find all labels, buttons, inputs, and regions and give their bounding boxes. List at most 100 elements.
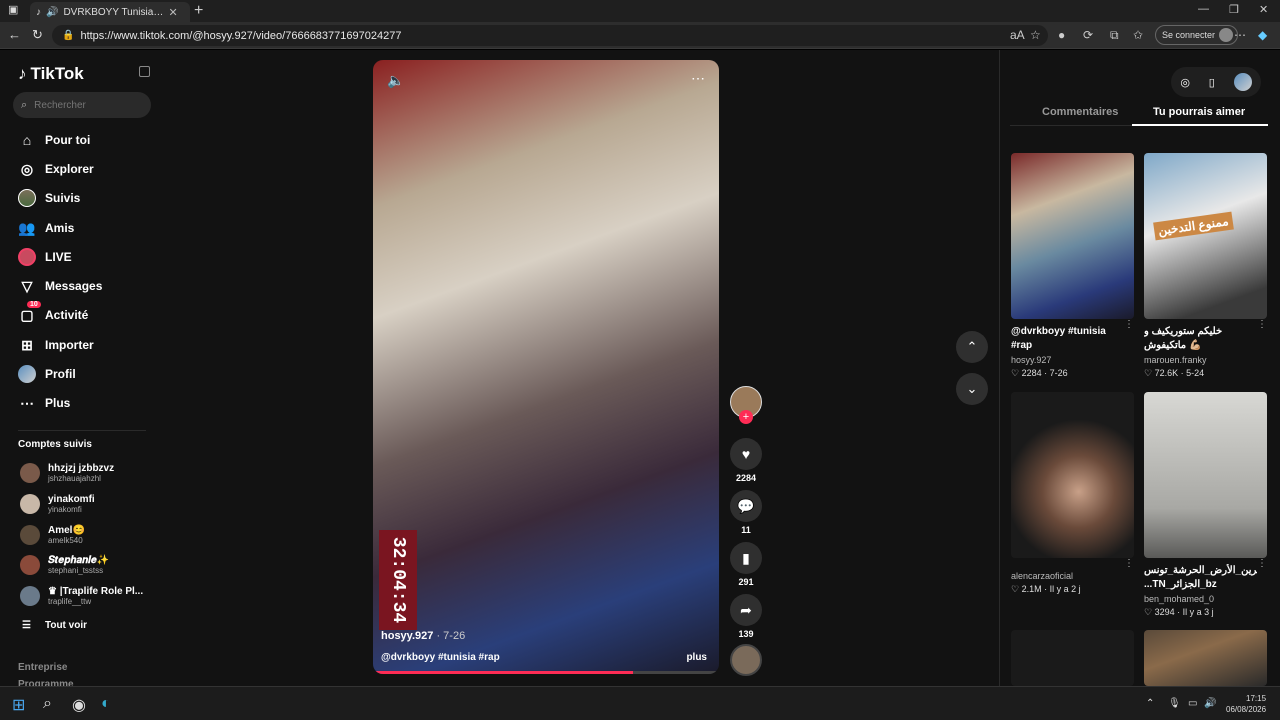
coin-icon[interactable]: ◎	[1180, 76, 1190, 89]
system-clock[interactable]: 17:15 06/08/2026	[1226, 693, 1266, 715]
video-thumbnail[interactable]	[1144, 630, 1267, 686]
card-author[interactable]: ben_mohamed_0	[1144, 594, 1267, 604]
nav-upload[interactable]: ⊞ Importer	[18, 334, 94, 356]
lock-icon[interactable]: 🔒	[62, 30, 74, 41]
favorites-icon[interactable]: ✩	[1133, 28, 1143, 42]
extension-icon[interactable]: ●	[1058, 28, 1065, 42]
url-text: https://www.tiktok.com/@hosyy.927/video/…	[80, 29, 402, 42]
user-avatar[interactable]	[1233, 73, 1252, 91]
suggested-video-card[interactable]: ⋮ alencarzaoficial ♡ 2.1M · Il y a 2 j	[1011, 392, 1134, 595]
music-disc-avatar[interactable]	[730, 644, 762, 676]
split-screen-icon[interactable]: ⧉	[1110, 28, 1119, 43]
browser-tab[interactable]: ♪ 🔊 DVRKBOYY Tunisia Rap — B ✕	[30, 2, 190, 22]
share-icon[interactable]: ➦	[730, 594, 762, 626]
nav-for-you[interactable]: ⌂ Pour toi	[18, 129, 91, 151]
bookmark-icon[interactable]: ▮	[730, 542, 762, 574]
save-action[interactable]: ▮ 291	[730, 542, 762, 587]
comment-action[interactable]: 💬 11	[730, 490, 762, 535]
share-action[interactable]: ➦ 139	[730, 594, 762, 639]
video-thumbnail[interactable]	[1011, 153, 1134, 319]
nav-messages[interactable]: ▽ Messages	[18, 275, 103, 297]
favorite-star-icon[interactable]: ☆	[1030, 28, 1041, 42]
video-thumbnail[interactable]	[1144, 392, 1267, 558]
card-more-icon[interactable]: ⋮	[1124, 319, 1134, 353]
footer-link-program[interactable]: Programme	[18, 679, 74, 686]
followed-account[interactable]: hhzjzj jzbbzvz jshzhauajahzhl	[20, 459, 114, 487]
card-author[interactable]: marouen.franky	[1144, 355, 1267, 365]
see-all-button[interactable]: ☰ Tout voir	[22, 620, 87, 631]
tray-chevron-icon[interactable]: ⌃	[1146, 698, 1154, 709]
nav-label: Profil	[45, 367, 76, 381]
nav-explore[interactable]: ◎ Explorer	[18, 158, 94, 180]
video-thumbnail[interactable]	[1011, 630, 1134, 686]
video-author-line[interactable]: hosyy.927 · 7-26	[381, 630, 465, 642]
suggested-video-card[interactable]: القصرين_الأرض_الحرشة_تونس# ...TN_الجزائر…	[1144, 392, 1267, 618]
heart-icon[interactable]: ♥	[730, 438, 762, 470]
like-action[interactable]: ♥ 2284	[730, 438, 762, 483]
back-icon[interactable]: ←	[8, 27, 21, 42]
volume-icon[interactable]: 🔈	[387, 72, 404, 89]
followed-account[interactable]: ♛ |Traplife Role Pl... traplife__ttw	[20, 582, 143, 610]
comment-icon[interactable]: 💬	[730, 490, 762, 522]
audio-icon[interactable]: 🔊	[46, 7, 58, 18]
video-author[interactable]: hosyy.927	[381, 630, 433, 642]
card-author[interactable]: hosyy.927	[1011, 355, 1134, 365]
video-player[interactable]: 🔈 ⋯ 32:04:34 hosyy.927 · 7-26 @dvrkboyy …	[373, 60, 719, 674]
caption-more-link[interactable]: plus	[686, 652, 707, 663]
device-icon[interactable]: ▯	[1209, 76, 1215, 89]
tab-close-icon[interactable]: ✕	[168, 6, 177, 19]
read-aloud-icon[interactable]: aA	[1010, 28, 1025, 42]
refresh-icon[interactable]: ↻	[32, 27, 43, 43]
suggested-video-card[interactable]	[1144, 630, 1267, 686]
more-options-icon[interactable]: ⋯	[691, 70, 705, 87]
new-tab-icon[interactable]: +	[194, 2, 203, 20]
nav-activity[interactable]: ▢ 10 Activité	[18, 301, 88, 326]
search-box[interactable]: ⌕	[13, 92, 151, 118]
minimize-icon[interactable]: —	[1198, 3, 1209, 15]
follow-plus-icon[interactable]: +	[739, 410, 753, 424]
windows-start-icon[interactable]: ⊞	[12, 695, 25, 715]
suggested-video-card[interactable]: @dvrkboyy #tunisia #rap ⋮ hosyy.927 ♡ 228…	[1011, 153, 1134, 379]
card-more-icon[interactable]: ⋮	[1124, 558, 1134, 569]
tab-suggestions[interactable]: Tu pourrais aimer	[1153, 106, 1245, 118]
card-author[interactable]: alencarzaoficial	[1011, 571, 1134, 581]
nav-more[interactable]: ⋯ Plus	[18, 392, 70, 414]
search-icon[interactable]: ⌕	[43, 695, 52, 713]
steam-icon[interactable]: ◉	[72, 695, 86, 715]
following-avatar-icon	[18, 189, 36, 207]
suggested-video-card[interactable]: ممنوع التدخين خليكم ستوريكيف و ماتكيفوش …	[1144, 153, 1267, 379]
nav-following[interactable]: Suivis	[18, 187, 80, 209]
settings-more-icon[interactable]: ⋯	[1234, 28, 1246, 42]
copilot-icon[interactable]: ◆	[1258, 28, 1267, 42]
nav-live[interactable]: LIVE	[18, 246, 72, 268]
nav-profile[interactable]: Profil	[18, 363, 76, 385]
previous-video-button[interactable]: ⌃	[956, 331, 988, 363]
refresh-extension-icon[interactable]: ⟳	[1083, 28, 1093, 42]
next-video-button[interactable]: ⌄	[956, 373, 988, 405]
video-thumbnail[interactable]: ممنوع التدخين	[1144, 153, 1267, 319]
maximize-icon[interactable]: ❐	[1229, 3, 1239, 16]
network-icon[interactable]: ▭	[1188, 698, 1197, 709]
microphone-icon[interactable]: 🎙	[1168, 698, 1181, 709]
card-more-icon[interactable]: ⋮	[1257, 558, 1267, 592]
collapse-sidebar-icon[interactable]	[139, 66, 150, 77]
footer-link-business[interactable]: Entreprise	[18, 662, 67, 673]
video-progress-bar[interactable]	[373, 671, 719, 674]
followed-account[interactable]: 𝑺𝒕𝒆𝒑𝒉𝒂𝒏𝒊𝒆✨ stephani_tsstss	[20, 551, 109, 579]
sign-in-button[interactable]: Se connecter	[1155, 25, 1239, 45]
suggested-video-card[interactable]	[1011, 630, 1134, 686]
close-window-icon[interactable]: ✕	[1259, 3, 1268, 16]
address-bar[interactable]: 🔒 https://www.tiktok.com/@hosyy.927/vide…	[52, 25, 1048, 46]
search-input[interactable]	[34, 99, 135, 111]
card-more-icon[interactable]: ⋮	[1257, 319, 1267, 353]
video-thumbnail[interactable]	[1011, 392, 1134, 558]
tab-actions-icon[interactable]: ▣	[8, 3, 18, 16]
edge-icon[interactable]: ◐	[101, 695, 111, 713]
video-caption[interactable]: @dvrkboyy #tunisia #rap	[381, 652, 500, 663]
tab-comments[interactable]: Commentaires	[1042, 106, 1118, 118]
volume-icon[interactable]: 🔊	[1204, 698, 1216, 709]
followed-account[interactable]: Amel😊 amelk540	[20, 521, 85, 549]
followed-account[interactable]: yinakomfi yinakomfi	[20, 490, 95, 518]
nav-friends[interactable]: 👥 Amis	[18, 217, 74, 239]
tiktok-logo[interactable]: ♪ TikTok	[18, 64, 84, 84]
